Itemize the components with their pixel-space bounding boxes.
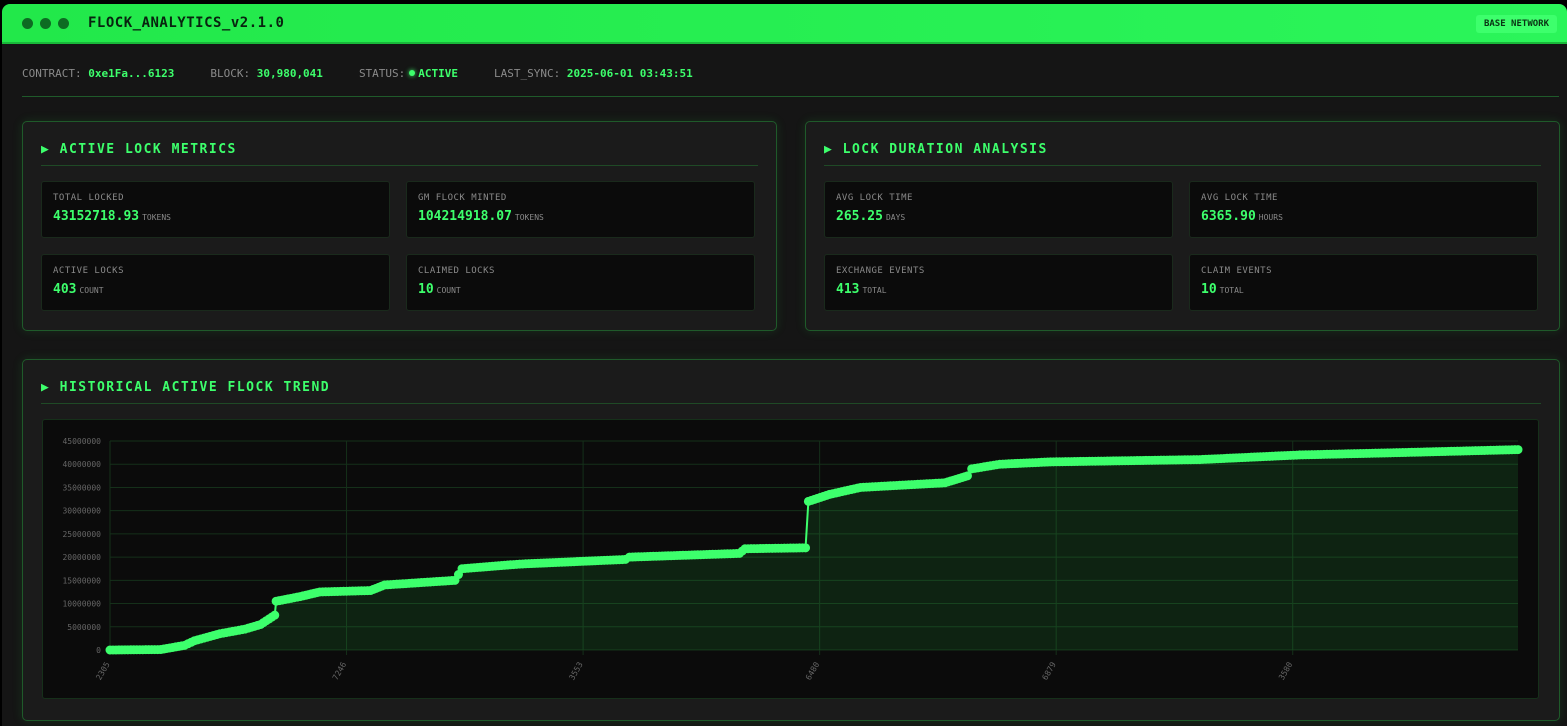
x-tick-label: 6879 [1040,660,1058,681]
active-lock-metrics-panel: ▶ ACTIVE LOCK METRICS TOTAL LOCKED 431527… [22,121,777,331]
status-bar: CONTRACT: 0xe1Fa...6123 BLOCK: 30,980,04… [22,67,693,80]
metric-unit: TOTAL [862,286,887,295]
status-dot-icon [409,70,416,76]
y-tick-label: 25000000 [62,530,101,539]
metric-unit: DAYS [885,213,906,222]
metric-value: 104214918.07 [418,209,512,224]
panel-divider [41,403,1541,404]
lock-duration-panel: ▶ LOCK DURATION ANALYSIS AVG LOCK TIME 26… [805,121,1560,331]
data-point [1513,445,1523,455]
metric-label: ACTIVE LOCKS [53,266,125,276]
metric-value: 10 [1201,282,1217,297]
x-tick-label: 3580 [1277,660,1295,681]
y-tick-label: 45000000 [62,437,101,446]
metric-value: 265.25 [836,209,883,224]
y-tick-label: 5000000 [67,623,101,632]
panel-title: ▶ LOCK DURATION ANALYSIS [824,142,1048,157]
status-info: STATUS: ACTIVE [359,67,458,80]
x-tick-label: 6480 [804,660,822,681]
panel-divider [41,165,758,166]
contract-address: 0xe1Fa...6123 [88,67,175,80]
sync-label: LAST_SYNC: [494,67,561,80]
metric-value: 6365.90 [1201,209,1256,224]
metric-value: 403 [53,282,77,297]
historical-trend-panel: ▶ HISTORICAL ACTIVE FLOCK TREND 0 5000000… [22,359,1560,721]
metric-label: TOTAL LOCKED [53,193,125,203]
metric-card-claimed-locks: CLAIMED LOCKS 10 COUNT [406,254,755,311]
panel-title: ▶ ACTIVE LOCK METRICS [41,142,237,157]
metric-unit: TOKENS [514,213,544,222]
x-tick-label: 2305 [94,660,112,681]
block-label: BLOCK: [210,67,251,80]
metric-value: 413 [836,282,860,297]
y-tick-label: 40000000 [62,460,101,469]
y-tick-label: 0 [96,646,101,655]
metric-unit: HOURS [1258,213,1283,222]
panel-title: ▶ HISTORICAL ACTIVE FLOCK TREND [41,380,331,395]
metric-unit: COUNT [436,286,461,295]
close-window-button[interactable] [22,17,33,29]
x-tick-label: 3553 [567,660,585,681]
data-point [801,543,811,553]
metric-unit: TOKENS [142,213,171,222]
metric-value: 10 [418,282,434,297]
status-label: STATUS: [358,67,406,80]
metric-card-total-locked: TOTAL LOCKED 43152718.93 TOKENS [41,181,390,238]
maximize-window-button[interactable] [58,17,69,29]
metric-label: CLAIM EVENTS [1201,266,1273,276]
app-title: FLOCK_ANALYTICS_v2.1.0 [88,15,285,31]
y-tick-label: 35000000 [62,483,101,492]
contract-label: CONTRACT: [22,67,82,80]
metric-card-avg-lock-days: AVG LOCK TIME 265.25 DAYS [824,181,1173,238]
block-number: 30,980,041 [256,67,323,80]
network-badge: BASE NETWORK [1475,15,1557,33]
app-window: FLOCK_ANALYTICS_v2.1.0 BASE NETWORK CONT… [2,4,1567,726]
y-tick-label: 30000000 [62,507,101,516]
metric-card-gm-flock-minted: GM FLOCK MINTED 104214918.07 TOKENS [406,181,755,238]
metric-unit: COUNT [79,286,104,295]
metric-label: EXCHANGE EVENTS [836,266,925,276]
y-tick-label: 20000000 [62,553,101,562]
metric-unit: TOTAL [1219,286,1244,295]
contract-info: CONTRACT: 0xe1Fa...6123 [22,67,174,80]
x-tick-label: 7246 [331,660,349,681]
trend-area [110,449,1518,650]
sync-time: 2025-06-01 03:43:51 [566,67,693,80]
status-value: ACTIVE [418,67,459,80]
metric-label: AVG LOCK TIME [1201,193,1278,203]
metric-card-exchange-events: EXCHANGE EVENTS 413 TOTAL [824,254,1173,311]
trend-chart-svg: 0 5000000 10000000 15000000 20000000 25000000… [62,437,1523,682]
trend-chart: 0 5000000 10000000 15000000 20000000 25000000… [42,419,1539,699]
metric-card-avg-lock-hours: AVG LOCK TIME 6365.90 HOURS [1189,181,1538,238]
minimize-window-button[interactable] [40,17,51,29]
metric-card-active-locks: ACTIVE LOCKS 403 COUNT [41,254,390,311]
title-bar: FLOCK_ANALYTICS_v2.1.0 BASE NETWORK [2,4,1567,44]
sync-info: LAST_SYNC: 2025-06-01 03:43:51 [494,67,693,80]
y-tick-label: 15000000 [62,576,101,585]
y-tick-label: 10000000 [62,600,101,609]
data-point [270,610,280,620]
metric-label: AVG LOCK TIME [836,193,913,203]
metric-label: GM FLOCK MINTED [418,193,507,203]
divider [22,96,1559,97]
metric-card-claim-events: CLAIM EVENTS 10 TOTAL [1189,254,1538,311]
panel-divider [824,165,1541,166]
block-info: BLOCK: 30,980,041 [210,67,323,80]
metric-label: CLAIMED LOCKS [418,266,495,276]
metric-value: 43152718.93 [53,209,140,224]
